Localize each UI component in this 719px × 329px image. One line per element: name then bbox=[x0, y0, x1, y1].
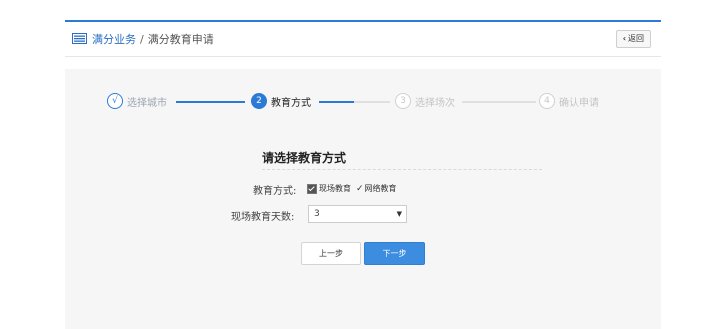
step-confirm-application: 4 确认申请 bbox=[539, 91, 599, 111]
step-2-marker: 2 bbox=[251, 93, 267, 109]
step-connector-2-active bbox=[319, 101, 354, 103]
breadcrumb-current: 满分教育申请 bbox=[147, 33, 214, 46]
step-education-method: 2 教育方式 bbox=[251, 91, 311, 111]
method-label: 教育方式: bbox=[253, 186, 297, 197]
breadcrumb: 满分业务 / 满分教育申请 bbox=[92, 31, 214, 47]
step-connector-2-pending bbox=[354, 101, 390, 103]
days-label: 现场教育天数: bbox=[231, 212, 295, 223]
previous-step-button[interactable]: 上一步 bbox=[301, 242, 361, 265]
online-option-label: 网络教育 bbox=[364, 184, 397, 193]
breadcrumb-home-link[interactable]: 满分业务 bbox=[92, 33, 136, 46]
back-button-label: 返回 bbox=[628, 34, 644, 43]
form-title: 请选择教育方式 bbox=[262, 151, 347, 165]
page-header: 满分业务 / 满分教育申请 ‹ 返回 bbox=[65, 22, 661, 57]
step-3-label: 选择场次 bbox=[415, 97, 455, 109]
days-select[interactable]: 3 ▼ bbox=[308, 205, 407, 223]
step-select-session: 3 选择场次 bbox=[395, 91, 455, 111]
chevron-left-icon: ‹ bbox=[622, 34, 626, 43]
next-step-button[interactable]: 下一步 bbox=[364, 242, 425, 265]
step-1-label: 选择城市 bbox=[127, 97, 167, 109]
onsite-option-label: 现场教育 bbox=[319, 184, 351, 193]
main-panel: √ 选择城市 2 教育方式 3 选择场次 4 确认申请 请选择教育方式 教育方式… bbox=[65, 69, 661, 329]
step-connector-3 bbox=[462, 101, 536, 103]
step-4-marker: 4 bbox=[539, 93, 555, 109]
step-2-label: 教育方式 bbox=[271, 97, 311, 109]
list-icon bbox=[72, 33, 87, 44]
back-button[interactable]: ‹ 返回 bbox=[615, 30, 651, 48]
step-4-label: 确认申请 bbox=[559, 97, 599, 109]
onsite-option[interactable]: 现场教育 bbox=[307, 183, 351, 194]
online-option[interactable]: ✓ 网络教育 bbox=[356, 183, 397, 194]
breadcrumb-separator: / bbox=[140, 33, 144, 46]
onsite-checkbox[interactable] bbox=[307, 183, 317, 194]
step-3-marker: 3 bbox=[395, 93, 411, 109]
check-icon: ✓ bbox=[356, 183, 364, 194]
step-1-marker: √ bbox=[107, 93, 123, 109]
step-select-city: √ 选择城市 bbox=[107, 91, 167, 111]
step-connector-1 bbox=[176, 101, 245, 103]
days-select-value: 3 bbox=[314, 209, 320, 219]
dropdown-arrow-icon: ▼ bbox=[396, 210, 402, 218]
form-divider bbox=[262, 169, 542, 170]
